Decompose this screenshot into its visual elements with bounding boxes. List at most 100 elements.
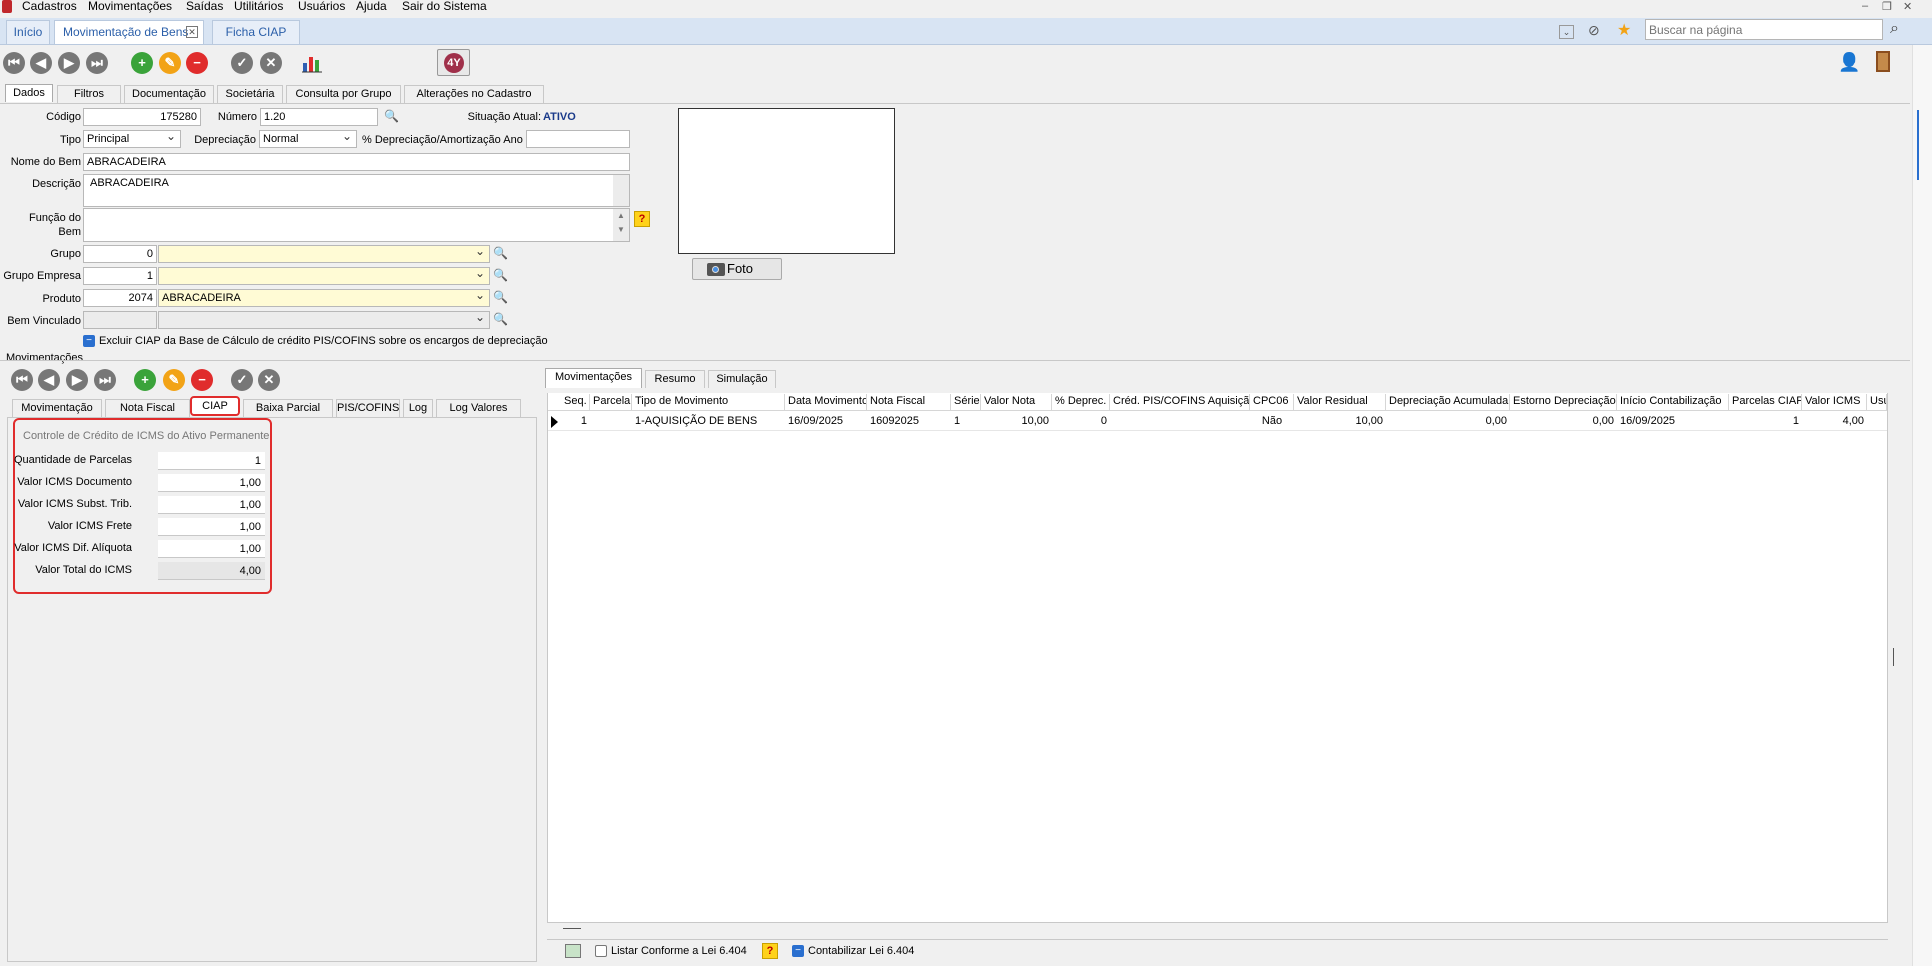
tab-ficha-ciap[interactable]: Ficha CIAP <box>212 20 300 44</box>
tab-alteracoes-cadastro[interactable]: Alterações no Cadastro <box>404 85 544 103</box>
table-cell[interactable] <box>590 414 632 430</box>
table-cell[interactable]: 16092025 <box>867 414 951 430</box>
table-cell[interactable]: 1 <box>561 414 590 430</box>
numero-field[interactable]: 1.20 <box>260 108 378 126</box>
ciap-icms-subst-field[interactable]: 1,00 <box>158 496 265 514</box>
mov-previous-icon[interactable]: ◀ <box>38 369 60 391</box>
contabilizar-lei-checkbox[interactable]: − <box>792 945 804 957</box>
dropdown-icon[interactable]: ⌄ <box>1559 25 1574 39</box>
page-scroll-thumb[interactable] <box>1917 110 1919 180</box>
depreciacao-select[interactable]: Normal <box>259 130 357 148</box>
grupo-empresa-search-icon[interactable]: 🔍 <box>493 268 508 282</box>
tab-documentacao[interactable]: Documentação <box>124 85 214 103</box>
ciap-icms-documento-field[interactable]: 1,00 <box>158 474 265 492</box>
table-cell[interactable]: 1 <box>1729 414 1802 430</box>
grid-column-header[interactable]: Depreciação Acumulada <box>1386 394 1510 410</box>
grid-column-header[interactable]: Parcela <box>590 394 632 410</box>
mov-cancel-icon[interactable]: ✕ <box>258 369 280 391</box>
ciap-parcelas-field[interactable]: 1 <box>158 452 265 470</box>
last-record-icon[interactable]: ⏭ <box>86 52 108 74</box>
close-icon[interactable]: ✕ <box>1903 0 1912 13</box>
numero-search-icon[interactable]: 🔍 <box>384 109 399 123</box>
footer-help-icon[interactable]: ? <box>762 943 778 959</box>
grid-column-header[interactable]: Seq. <box>561 394 590 410</box>
grupo-search-icon[interactable]: 🔍 <box>493 246 508 260</box>
grupo-code-field[interactable]: 0 <box>83 245 157 263</box>
tab-societaria[interactable]: Societária <box>217 85 283 103</box>
descricao-field[interactable]: ABRACADEIRA <box>83 174 630 207</box>
search-icon[interactable]: ⌕ <box>1890 20 1899 38</box>
confirm-icon[interactable]: ✓ <box>231 52 253 74</box>
grupo-select[interactable] <box>158 245 490 263</box>
bem-vinculado-search-icon[interactable]: 🔍 <box>493 312 508 326</box>
menu-saidas[interactable]: Saídas <box>186 0 223 13</box>
page-scrollbar[interactable] <box>1912 45 1932 966</box>
tab-movimentacao-bens[interactable]: Movimentação de Bens ✕ <box>54 20 204 44</box>
help-icon[interactable]: ? <box>634 211 650 227</box>
menu-usuarios[interactable]: Usuários <box>298 0 345 13</box>
mov-last-icon[interactable]: ⏭ <box>94 369 116 391</box>
grid-column-header[interactable]: Valor Residual <box>1294 394 1386 410</box>
tab-resumo[interactable]: Resumo <box>645 370 705 388</box>
table-cell[interactable]: 10,00 <box>981 414 1052 430</box>
table-cell[interactable]: 0 <box>1052 414 1110 430</box>
tab-filtros[interactable]: Filtros <box>57 85 121 103</box>
tab-inicio[interactable]: Início <box>6 20 50 44</box>
exit-door-icon[interactable] <box>1876 51 1890 72</box>
table-cell[interactable]: 1 <box>951 414 981 430</box>
produto-search-icon[interactable]: 🔍 <box>493 290 508 304</box>
grid-column-header[interactable]: Tipo de Movimento <box>632 394 785 410</box>
grid-column-header[interactable]: Início Contabilização <box>1617 394 1729 410</box>
tipo-select[interactable]: Principal <box>83 130 181 148</box>
grupo-empresa-code-field[interactable]: 1 <box>83 267 157 285</box>
grid-column-header[interactable]: Valor Nota <box>981 394 1052 410</box>
grid-column-header[interactable]: Usu <box>1867 394 1887 410</box>
previous-record-icon[interactable]: ◀ <box>30 52 52 74</box>
menu-sair[interactable]: Sair do Sistema <box>402 0 487 13</box>
grid-column-header[interactable]: Valor ICMS <box>1802 394 1867 410</box>
grid-column-header[interactable]: CPC06 <box>1250 394 1294 410</box>
first-record-icon[interactable]: ⏮ <box>3 52 25 74</box>
funcao-field[interactable] <box>83 208 630 242</box>
table-cell[interactable]: 4,00 <box>1802 414 1867 430</box>
grid-column-header[interactable]: Estorno Depreciação <box>1510 394 1617 410</box>
produto-select[interactable]: ABRACADEIRA <box>158 289 490 307</box>
grid-column-header[interactable]: Créd. PIS/COFINS Aquisição <box>1110 394 1250 410</box>
excluir-ciap-checkbox[interactable]: − <box>83 335 95 347</box>
table-cell[interactable]: Não <box>1250 414 1294 430</box>
edit-icon[interactable]: ✎ <box>159 52 181 74</box>
tab-nota-fiscal[interactable]: Nota Fiscal <box>105 399 190 417</box>
ciap-icms-dif-field[interactable]: 1,00 <box>158 540 265 558</box>
tab-log[interactable]: Log <box>403 399 433 417</box>
tab-log-valores[interactable]: Log Valores <box>436 399 521 417</box>
table-cell[interactable] <box>1867 414 1887 430</box>
table-cell[interactable]: 10,00 <box>1294 414 1386 430</box>
report-chart-icon[interactable] <box>300 51 324 75</box>
grid-column-header[interactable]: Data Movimento <box>785 394 867 410</box>
grid-column-header[interactable]: Série <box>951 394 981 410</box>
codigo-field[interactable]: 175280 <box>83 108 201 126</box>
table-cell[interactable] <box>1110 414 1250 430</box>
search-input[interactable] <box>1645 19 1883 40</box>
minimize-icon[interactable]: – <box>1862 0 1868 12</box>
mov-edit-icon[interactable]: ✎ <box>163 369 185 391</box>
table-cell[interactable]: 0,00 <box>1386 414 1510 430</box>
user-settings-icon[interactable]: 👤 <box>1838 52 1860 73</box>
grid-column-header[interactable]: Nota Fiscal <box>867 394 951 410</box>
grupo-empresa-select[interactable] <box>158 267 490 285</box>
menu-movimentacoes[interactable]: Movimentações <box>88 0 172 13</box>
ciap-icms-frete-field[interactable]: 1,00 <box>158 518 265 536</box>
descricao-scrollbar[interactable] <box>613 175 629 206</box>
tab-dados[interactable]: Dados <box>5 84 53 102</box>
listar-lei-checkbox[interactable] <box>595 945 607 957</box>
table-cell[interactable]: 0,00 <box>1510 414 1617 430</box>
delete-icon[interactable]: − <box>186 52 208 74</box>
grid-column-header[interactable]: Parcelas CIAP <box>1729 394 1802 410</box>
produto-code-field[interactable]: 2074 <box>83 289 157 307</box>
tab-movimentacoes-grid[interactable]: Movimentações <box>545 368 642 388</box>
pin-off-icon[interactable]: ⊘ <box>1588 22 1600 39</box>
mov-confirm-icon[interactable]: ✓ <box>231 369 253 391</box>
nome-field[interactable]: ABRACADEIRA <box>83 153 630 171</box>
add-icon[interactable]: + <box>131 52 153 74</box>
grid-column-header[interactable]: % Deprec. <box>1052 394 1110 410</box>
